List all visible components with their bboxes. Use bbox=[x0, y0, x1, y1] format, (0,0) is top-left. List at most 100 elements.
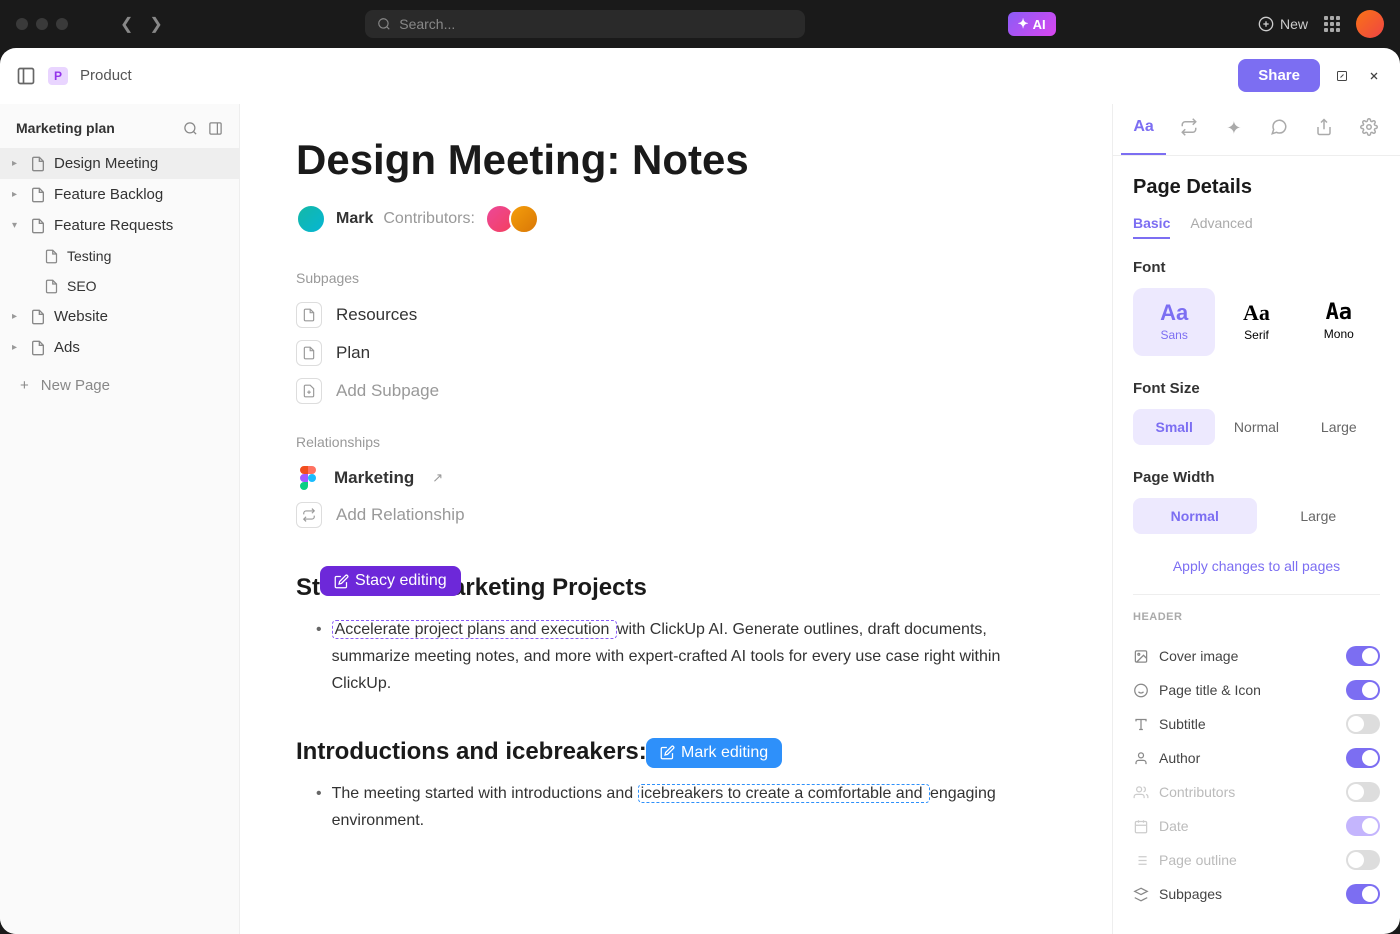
relationship-marketing[interactable]: Marketing ↗ bbox=[296, 460, 1056, 496]
page-title[interactable]: Design Meeting: Notes bbox=[296, 136, 1056, 184]
panel-tabs: Aa ✦ bbox=[1113, 104, 1400, 156]
sidebar-header: Marketing plan bbox=[0, 116, 239, 148]
figma-icon bbox=[296, 466, 320, 490]
share-button[interactable]: Share bbox=[1238, 59, 1320, 92]
subpage-label: Plan bbox=[336, 343, 370, 363]
toggle-switch[interactable] bbox=[1346, 748, 1380, 768]
sidebar-item-testing[interactable]: Testing bbox=[0, 241, 239, 271]
toggle-switch[interactable] bbox=[1346, 782, 1380, 802]
minimize-window[interactable] bbox=[36, 18, 48, 30]
width-normal[interactable]: Normal bbox=[1133, 498, 1257, 534]
add-relationship-button[interactable]: Add Relationship bbox=[296, 496, 1056, 534]
nav-back-icon[interactable]: ❮ bbox=[120, 14, 133, 34]
expand-icon[interactable] bbox=[1332, 66, 1352, 86]
subpage-resources[interactable]: Resources bbox=[296, 296, 1056, 334]
panel-title: Page Details bbox=[1133, 176, 1380, 199]
size-large[interactable]: Large bbox=[1298, 409, 1380, 445]
chevron-right-icon[interactable]: ▸ bbox=[12, 311, 22, 322]
sidebar-item-feature-backlog[interactable]: ▸ Feature Backlog bbox=[0, 179, 239, 210]
sidebar-toggle-icon[interactable] bbox=[16, 66, 36, 86]
panel-icon[interactable] bbox=[208, 121, 223, 136]
toggle-contributors: Contributors bbox=[1133, 775, 1380, 809]
bullet-item[interactable]: • Accelerate project plans and execution… bbox=[296, 616, 1056, 698]
tab-advanced[interactable]: Advanced bbox=[1190, 215, 1252, 239]
type-icon bbox=[1133, 717, 1149, 732]
author-row: Mark Contributors: bbox=[296, 204, 1056, 234]
sidebar: Marketing plan ▸ Design Meeting ▸ Featur… bbox=[0, 104, 240, 934]
chevron-right-icon[interactable]: ▸ bbox=[12, 158, 22, 169]
chevron-down-icon[interactable]: ▾ bbox=[12, 220, 22, 231]
maximize-window[interactable] bbox=[56, 18, 68, 30]
toggle-author: Author bbox=[1133, 741, 1380, 775]
document-icon bbox=[30, 218, 46, 234]
subpages-label: Subpages bbox=[296, 270, 1056, 286]
close-icon[interactable] bbox=[1364, 66, 1384, 86]
bullet-item[interactable]: • The meeting started with introductions… bbox=[296, 780, 1056, 834]
font-option-mono[interactable]: AaMono bbox=[1298, 288, 1380, 356]
new-page-button[interactable]: + New Page bbox=[0, 363, 239, 408]
toggle-date: Date bbox=[1133, 809, 1380, 843]
heading-marketing-projects[interactable]: St Stacy editing reamline Marketing Proj… bbox=[296, 574, 1056, 602]
sidebar-item-seo[interactable]: SEO bbox=[0, 271, 239, 301]
user-avatar[interactable] bbox=[1356, 10, 1384, 38]
author-avatar[interactable] bbox=[296, 204, 326, 234]
sidebar-item-design-meeting[interactable]: ▸ Design Meeting bbox=[0, 148, 239, 179]
width-large[interactable]: Large bbox=[1257, 498, 1381, 534]
body-text[interactable]: The meeting started with introductions a… bbox=[332, 785, 638, 802]
contributor-avatar[interactable] bbox=[509, 204, 539, 234]
document-icon bbox=[30, 340, 46, 356]
toggle-switch[interactable] bbox=[1346, 850, 1380, 870]
search-placeholder: Search... bbox=[399, 16, 455, 32]
subpage-plan[interactable]: Plan bbox=[296, 334, 1056, 372]
font-option-sans[interactable]: AaSans bbox=[1133, 288, 1215, 356]
sidebar-title: Marketing plan bbox=[16, 120, 115, 136]
search-icon[interactable] bbox=[183, 121, 198, 136]
new-button[interactable]: New bbox=[1258, 16, 1308, 32]
tab-basic[interactable]: Basic bbox=[1133, 215, 1170, 239]
toggle-switch[interactable] bbox=[1346, 646, 1380, 666]
size-normal[interactable]: Normal bbox=[1215, 409, 1297, 445]
calendar-icon bbox=[1133, 819, 1149, 834]
subpage-label: Resources bbox=[336, 305, 417, 325]
tab-relationships[interactable] bbox=[1166, 104, 1211, 155]
toggle-switch[interactable] bbox=[1346, 680, 1380, 700]
window-controls bbox=[16, 18, 68, 30]
apply-all-link[interactable]: Apply changes to all pages bbox=[1133, 558, 1380, 574]
tab-settings[interactable] bbox=[1347, 104, 1392, 155]
sidebar-item-website[interactable]: ▸ Website bbox=[0, 301, 239, 332]
pencil-icon bbox=[660, 745, 675, 760]
toggle-switch[interactable] bbox=[1346, 816, 1380, 836]
workspace-name[interactable]: Product bbox=[80, 67, 132, 84]
apps-icon[interactable] bbox=[1324, 16, 1340, 32]
toggle-switch[interactable] bbox=[1346, 884, 1380, 904]
ai-label: AI bbox=[1033, 17, 1046, 32]
tab-typography[interactable]: Aa bbox=[1121, 104, 1166, 155]
add-subpage-button[interactable]: Add Subpage bbox=[296, 372, 1056, 410]
editing-indicator-stacy: Stacy editing bbox=[320, 566, 461, 596]
size-small[interactable]: Small bbox=[1133, 409, 1215, 445]
highlighted-text[interactable]: Accelerate project plans and execution bbox=[332, 620, 617, 639]
font-option-serif[interactable]: AaSerif bbox=[1215, 288, 1297, 356]
toggle-switch[interactable] bbox=[1346, 714, 1380, 734]
sidebar-item-label: Ads bbox=[54, 339, 80, 356]
chevron-right-icon[interactable]: ▸ bbox=[12, 342, 22, 353]
contributor-avatars[interactable] bbox=[485, 204, 539, 234]
content-area[interactable]: Design Meeting: Notes Mark Contributors:… bbox=[240, 104, 1112, 934]
sidebar-item-ads[interactable]: ▸ Ads bbox=[0, 332, 239, 363]
search-input[interactable]: Search... bbox=[365, 10, 805, 38]
sidebar-item-feature-requests[interactable]: ▾ Feature Requests bbox=[0, 210, 239, 241]
tab-share[interactable] bbox=[1302, 104, 1347, 155]
app-window: P Product Share Marketing plan ▸ Design … bbox=[0, 48, 1400, 934]
toggle-subtitle: Subtitle bbox=[1133, 707, 1380, 741]
tab-ai[interactable]: ✦ bbox=[1211, 104, 1256, 155]
chevron-right-icon[interactable]: ▸ bbox=[12, 189, 22, 200]
tab-comments[interactable] bbox=[1257, 104, 1302, 155]
highlighted-text[interactable]: icebreakers to create a comfortable and bbox=[638, 784, 930, 803]
plus-circle-icon bbox=[1258, 16, 1274, 32]
nav-forward-icon[interactable]: ❯ bbox=[149, 14, 162, 34]
list-icon bbox=[1133, 853, 1149, 868]
pencil-icon bbox=[334, 574, 349, 589]
ai-button[interactable]: ✦ AI bbox=[1008, 12, 1056, 36]
sidebar-item-label: Feature Requests bbox=[54, 217, 173, 234]
close-window[interactable] bbox=[16, 18, 28, 30]
